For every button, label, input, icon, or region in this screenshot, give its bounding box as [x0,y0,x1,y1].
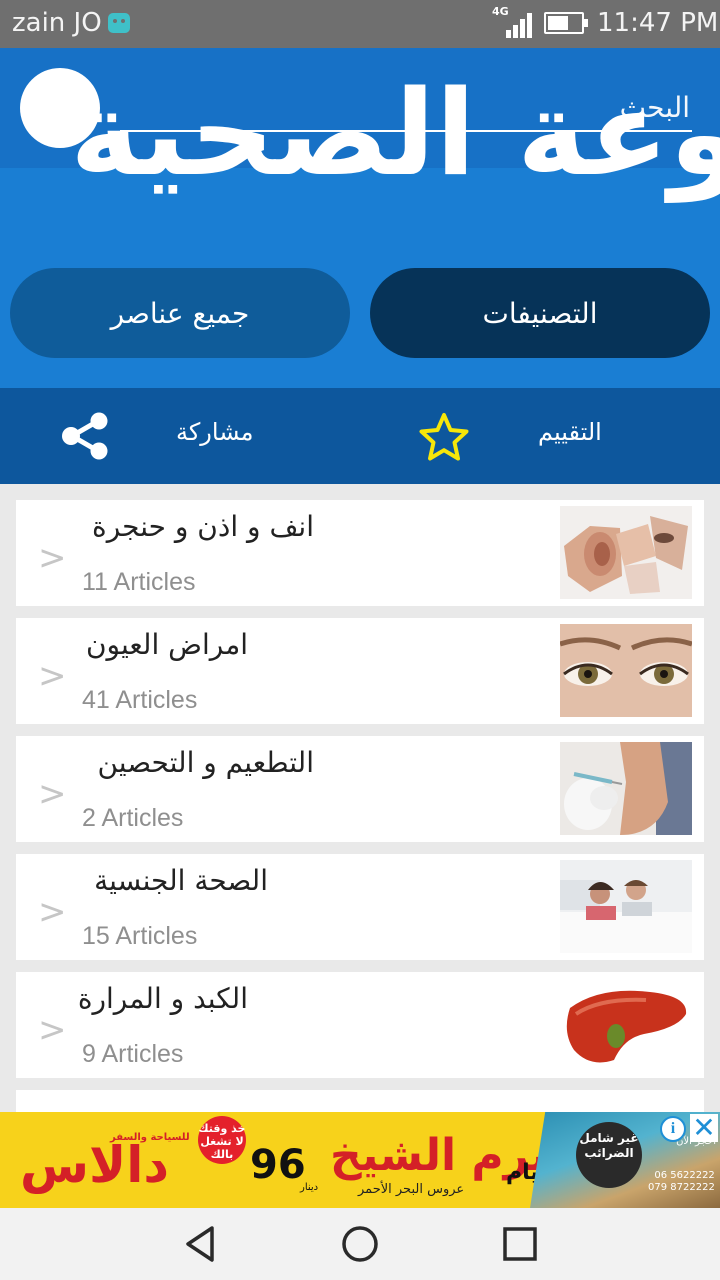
star-icon[interactable] [418,412,470,462]
rate-label[interactable]: التقييم [538,418,602,446]
article-count: 2 Articles [82,804,184,832]
chevron-right-icon: > [38,892,67,932]
back-icon[interactable] [178,1222,222,1266]
carrier-name: zain JO [12,8,102,38]
couple-image [560,860,692,953]
list-item[interactable]: > الصحة الجنسية 15 Articles [16,854,704,960]
status-bar: zain JO 4G 11:47 PM [0,0,720,48]
ear-nose-image [560,506,692,599]
category-title: الصحة الجنسية [94,864,268,897]
ad-tax-note: غير شامل الضرائب [576,1122,642,1188]
chevron-right-icon: > [38,538,67,578]
ad-price: 96 [250,1142,306,1188]
ad-brand-tagline: للسياحة والسفر [110,1132,190,1143]
categories-button[interactable]: التصنيفات [370,268,710,358]
eyes-image [560,624,692,717]
category-title: انف و اذن و حنجرة [92,510,314,543]
liver-image [560,978,692,1071]
share-label[interactable]: مشاركة [176,418,253,446]
article-count: 41 Articles [82,686,198,714]
search-bar[interactable] [120,84,692,134]
signal-icon [496,12,532,38]
list-item[interactable]: > التطعيم و التحصين 2 Articles [16,736,704,842]
article-count: 15 Articles [82,922,198,950]
avatar[interactable] [20,68,100,148]
ad-phone-2: 079 8722222 [648,1182,715,1193]
ad-destination-sub: عروس البحر الأحمر [358,1182,465,1197]
category-title: التطعيم و التحصين [97,746,314,779]
category-title: الكبد و المرارة [77,982,248,1015]
chevron-right-icon: > [38,1010,67,1050]
chevron-right-icon: > [38,774,67,814]
battery-icon [544,12,588,34]
clock: 11:47 PM [597,8,719,38]
category-list: > انف و اذن و حنجرة 11 Articles > امراض … [0,484,720,1112]
list-item[interactable]: > امراض العيون 41 Articles [16,618,704,724]
ad-banner[interactable]: دالاس للسياحة والسفر خذ وقتك لا تشغل بال… [0,1112,720,1208]
list-item[interactable]: > انف و اذن و حنجرة 11 Articles [16,500,704,606]
ad-price-unit: دينار [300,1182,319,1193]
ad-info-icon[interactable]: i [660,1116,686,1142]
ad-brand: دالاس [20,1136,170,1194]
ad-close-icon[interactable]: ✕ [690,1114,718,1142]
app-screen: zain JO 4G 11:47 PM الموسوعة الصحية جميع… [0,0,720,1280]
ad-badge: خذ وقتك لا تشغل بالك [198,1116,246,1164]
vaccination-image [560,742,692,835]
home-icon[interactable] [338,1222,382,1266]
chevron-right-icon: > [38,656,67,696]
recents-icon[interactable] [498,1222,542,1266]
search-input[interactable] [120,84,692,132]
all-items-button[interactable]: جميع عناصر [10,268,350,358]
list-item[interactable] [16,1090,704,1112]
article-count: 9 Articles [82,1040,184,1068]
ad-phone-1: 06 5622222 [654,1170,715,1181]
share-icon[interactable] [60,412,110,460]
article-count: 11 Articles [82,568,196,596]
ad-phone: 06 5622222 079 8722222 [648,1170,715,1194]
category-title: امراض العيون [85,628,248,661]
android-notification-icon [108,13,130,33]
list-item[interactable]: > الكبد و المرارة 9 Articles [16,972,704,1078]
